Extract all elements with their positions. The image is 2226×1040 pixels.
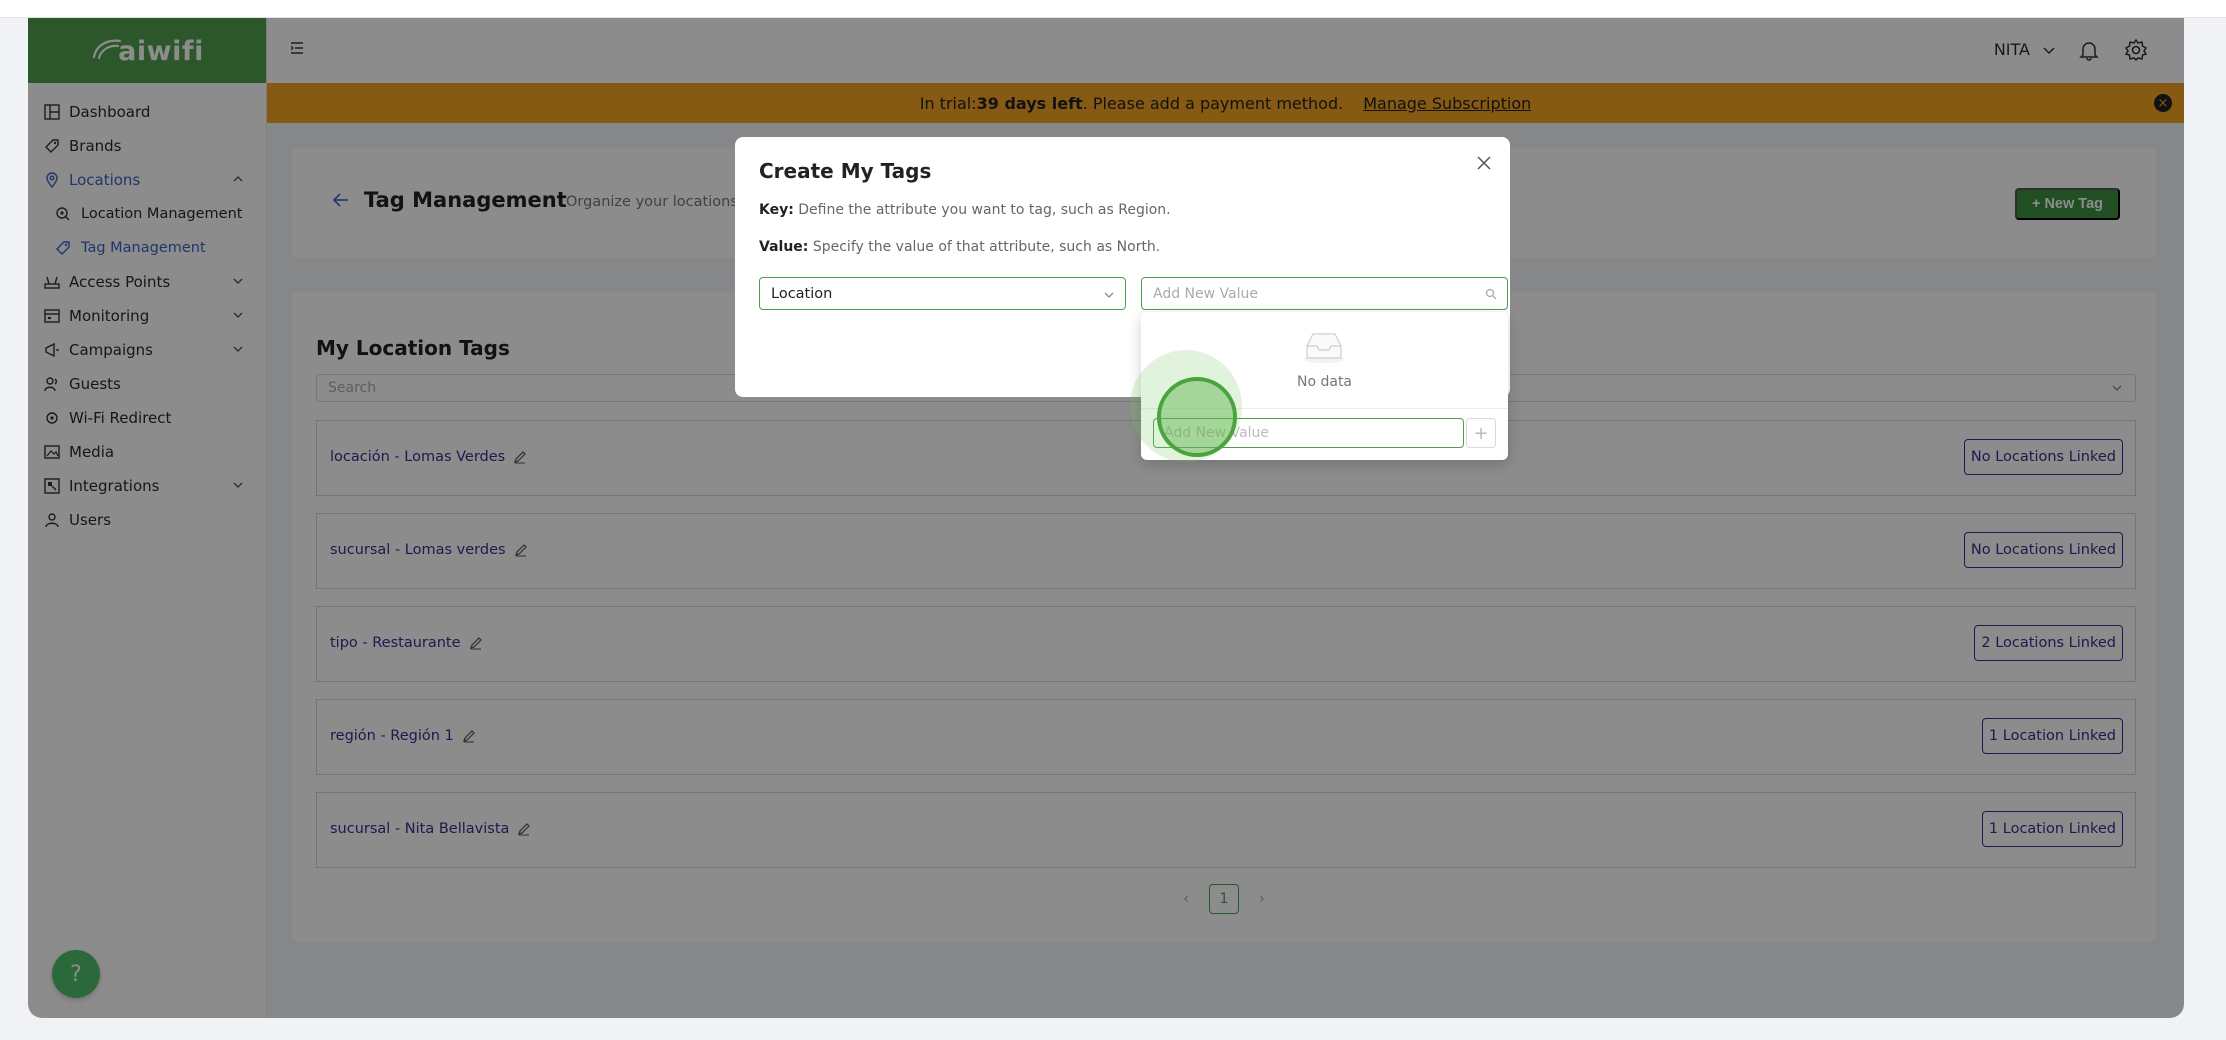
value-select-input[interactable]: Add New Value (1141, 277, 1508, 310)
key-select[interactable]: Location (759, 277, 1126, 310)
close-icon[interactable] (1476, 155, 1492, 171)
key-text: Define the attribute you want to tag, su… (798, 202, 1171, 218)
key-description: Key: Define the attribute you want to ta… (759, 202, 1171, 218)
chevron-down-icon (1104, 292, 1114, 298)
value-text: Specify the value of that attribute, suc… (812, 239, 1161, 255)
value-description: Value: Specify the value of that attribu… (759, 239, 1160, 255)
value-label: Value: (759, 239, 809, 255)
empty-inbox-icon (1303, 333, 1345, 363)
key-selected-value: Location (771, 285, 833, 302)
key-label: Key: (759, 202, 794, 218)
browser-top-strip (0, 0, 2226, 18)
add-value-button[interactable]: + (1466, 418, 1496, 448)
search-icon (1485, 288, 1497, 300)
app-frame: aiwifi Dashboard Brands Locations Locati… (28, 18, 2184, 1018)
value-placeholder: Add New Value (1153, 285, 1258, 302)
modal-title: Create My Tags (759, 159, 932, 183)
click-indicator (1157, 377, 1237, 457)
